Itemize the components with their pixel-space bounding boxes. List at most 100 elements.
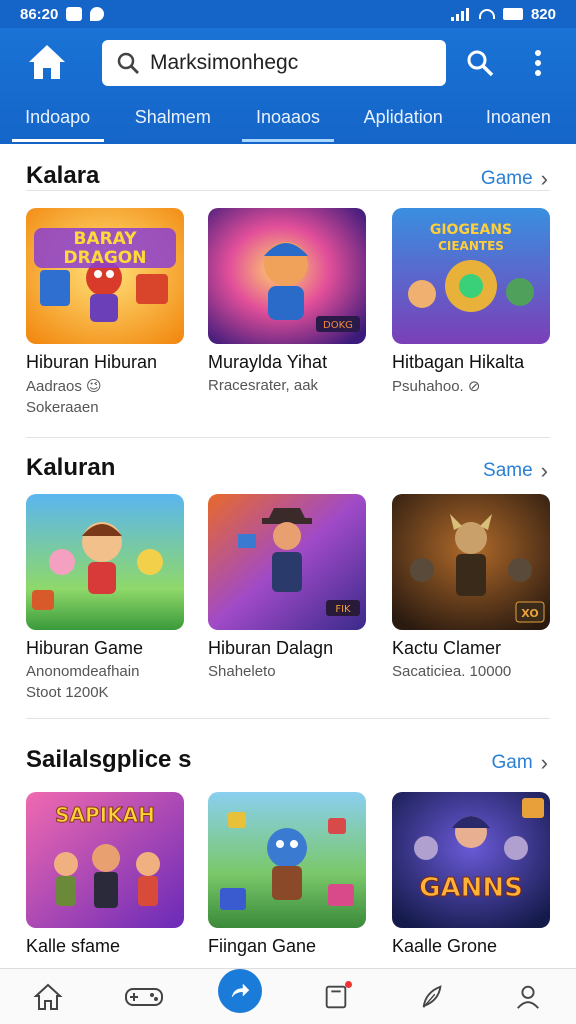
- search-icon: [467, 50, 494, 77]
- chevron-right-icon: ›: [540, 166, 548, 191]
- game-card[interactable]: Fiingan Gane: [208, 792, 368, 957]
- svg-text:GIOGEANS: GIOGEANS: [430, 222, 512, 238]
- notification-dot: [345, 980, 352, 988]
- share-arrow-icon: [231, 983, 250, 997]
- card-title: Hiburan Game: [26, 638, 144, 658]
- section-more-link[interactable]: Gam ›: [491, 750, 548, 776]
- tab-2[interactable]: Shalmem: [115, 98, 230, 144]
- divider: [26, 718, 550, 719]
- game-thumbnail: DOKG: [208, 208, 366, 344]
- content-feed[interactable]: Kalara Game › BARAY DRAGON Hiburan Hibur…: [0, 144, 576, 968]
- location-icon: [90, 7, 105, 21]
- status-bar: 86:20 820: [0, 0, 576, 28]
- section-3: Sailalsgplice s Gam ›: [0, 734, 576, 784]
- section-more-link[interactable]: Same ›: [483, 458, 548, 484]
- game-thumbnail: FIK: [208, 494, 366, 630]
- battery-icon: [502, 8, 523, 20]
- card-title: Hitbagan Hikalta: [392, 352, 525, 372]
- card-title: Kalle sfame: [26, 936, 121, 956]
- chevron-right-icon: ›: [540, 750, 548, 775]
- section-1: Kalara Game ›: [0, 150, 576, 200]
- divider: [26, 437, 550, 438]
- card-subtitle: Sacaticiea. 10000: [392, 663, 512, 680]
- section-title: Kaluran: [26, 454, 116, 481]
- section-more-label: Same: [483, 460, 533, 481]
- game-card[interactable]: SAPIKAH Kalle sfame: [26, 792, 186, 957]
- thumbnail-title: BARAY: [73, 229, 137, 249]
- game-card[interactable]: GANNS Kaalle Grone: [392, 792, 552, 957]
- svg-text:XO: XO: [521, 607, 538, 620]
- nav-profile[interactable]: [506, 975, 550, 1019]
- game-card[interactable]: FIK Hiburan Dalagn Shaheleto: [208, 494, 368, 680]
- card-title: Kaalle Grone: [392, 936, 498, 956]
- dot-icon: [535, 60, 541, 66]
- card-subtitle: Aadraos 😉: [26, 378, 102, 395]
- more-options-button[interactable]: [528, 46, 548, 80]
- card-subtitle: Anonomdeafhain: [26, 663, 140, 680]
- card-meta: Sokeraaen: [26, 399, 99, 416]
- nav-feather[interactable]: [410, 975, 454, 1019]
- card-title: Hiburan Hiburan: [26, 352, 158, 372]
- dot-icon: [535, 50, 541, 56]
- game-thumbnail: [26, 494, 184, 630]
- status-time: 86:20: [20, 5, 59, 23]
- game-thumbnail: XO: [392, 494, 550, 630]
- svg-text:DRAGON: DRAGON: [64, 248, 147, 268]
- divider: [26, 190, 550, 191]
- svg-text:GANNS: GANNS: [419, 873, 523, 903]
- card-subtitle: Shaheleto: [208, 663, 276, 680]
- app-bar: Marksimonhegc Indoapo Shalmem Inoaaos Ap…: [0, 28, 576, 144]
- game-card[interactable]: Hiburan Game Anonomdeafhain Stoot 1200K: [26, 494, 186, 701]
- card-subtitle: Psuhahoo. ⊘: [392, 378, 481, 395]
- card-title: Fiingan Gane: [208, 936, 317, 956]
- nav-inbox[interactable]: [314, 975, 358, 1019]
- game-card[interactable]: XO Kactu Clamer Sacaticiea. 10000: [392, 494, 552, 680]
- svg-text:SAPIKAH: SAPIKAH: [55, 803, 155, 827]
- wifi-icon: [478, 9, 495, 19]
- search-button[interactable]: [466, 48, 494, 78]
- message-icon: [66, 7, 83, 21]
- game-card[interactable]: DOKG Muraylda Yihat Rracesrater, aak: [208, 208, 368, 394]
- home-icon: [29, 45, 65, 79]
- nav-home[interactable]: [26, 975, 70, 1019]
- game-thumbnail: GANNS: [392, 792, 550, 928]
- section-2: Kaluran Same ›: [0, 442, 576, 492]
- nav-share[interactable]: [218, 968, 262, 1013]
- section-more-label: Game: [480, 168, 533, 189]
- svg-text:CIEANTES: CIEANTES: [438, 239, 504, 253]
- svg-text:DOKG: DOKG: [323, 320, 353, 331]
- game-card[interactable]: GIOGEANS CIEANTES Hitbagan Hikalta Psuha…: [392, 208, 552, 395]
- tab-4[interactable]: Aplidation: [346, 98, 461, 144]
- home-icon: [33, 983, 63, 1010]
- section-more-link[interactable]: Game ›: [481, 166, 548, 192]
- battery-level: 820: [530, 5, 556, 23]
- chevron-right-icon: ›: [540, 458, 548, 483]
- profile-icon: [517, 985, 539, 1009]
- nav-games[interactable]: [122, 975, 166, 1019]
- game-thumbnail: [208, 792, 366, 928]
- card-title: Kactu Clamer: [392, 638, 502, 658]
- search-query: Marksimonhegc: [150, 51, 299, 74]
- card-subtitle: Rracesrater, aak: [208, 377, 319, 394]
- tab-bar: Indoapo Shalmem Inoaaos Aplidation Inoan…: [0, 98, 576, 144]
- controller-icon: [125, 987, 163, 1006]
- signal-icon: [450, 7, 471, 21]
- section-title: Kalara: [26, 162, 100, 189]
- tab-5[interactable]: Inoanen: [461, 98, 576, 144]
- section-title: Sailalsgplice s: [26, 746, 192, 773]
- search-icon: [117, 52, 139, 74]
- game-thumbnail: GIOGEANS CIEANTES: [392, 208, 550, 344]
- game-card[interactable]: BARAY DRAGON Hiburan Hiburan Aadraos 😉 S…: [26, 208, 186, 416]
- svg-text:FIK: FIK: [335, 604, 351, 615]
- game-thumbnail: BARAY DRAGON: [26, 208, 184, 344]
- card-title: Hiburan Dalagn: [208, 638, 334, 658]
- tab-1[interactable]: Indoapo: [0, 98, 115, 144]
- dot-icon: [535, 70, 541, 76]
- bottom-navigation: [0, 968, 576, 1024]
- home-button[interactable]: [26, 42, 68, 82]
- feather-icon: [422, 984, 442, 1008]
- section-more-label: Gam: [491, 752, 533, 773]
- game-thumbnail: SAPIKAH: [26, 792, 184, 928]
- search-input[interactable]: Marksimonhegc: [102, 40, 446, 86]
- tab-3[interactable]: Inoaaos: [230, 98, 345, 144]
